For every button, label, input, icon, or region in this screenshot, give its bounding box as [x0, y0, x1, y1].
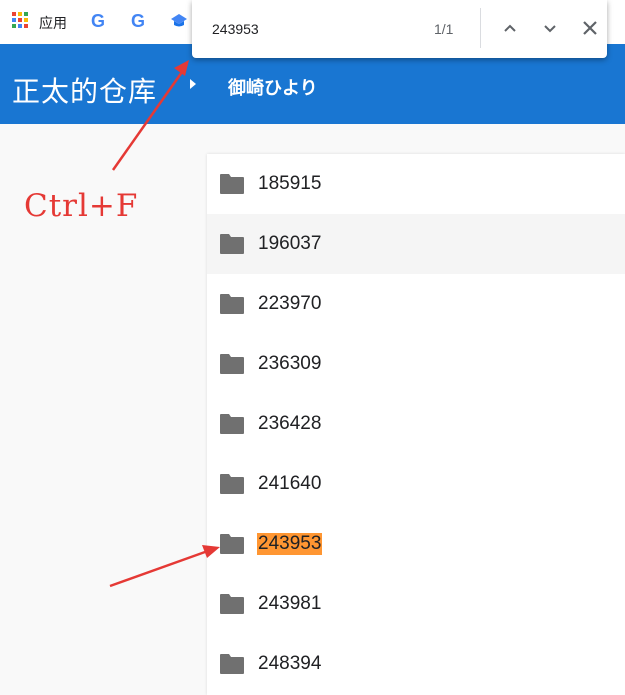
folder-name[interactable]: 248394: [257, 653, 322, 675]
folder-name[interactable]: 185915: [257, 173, 322, 195]
find-input[interactable]: 243953: [212, 21, 259, 37]
annotation-label: Ctrl+F: [24, 188, 139, 224]
list-item[interactable]: 248394: [207, 634, 625, 694]
browser-page: 应用 G G 正太的仓库 御崎ひより 243953 1/1 185915 196…: [0, 0, 625, 695]
folder-icon: [220, 174, 244, 194]
chevron-up-icon[interactable]: [499, 17, 521, 39]
folder-name[interactable]: 196037: [257, 233, 322, 255]
folder-name[interactable]: 223970: [257, 293, 322, 315]
folder-icon: [220, 294, 244, 314]
site-title[interactable]: 正太的仓库: [12, 70, 157, 110]
caret-right-icon: [190, 79, 196, 89]
list-item[interactable]: 223970: [207, 274, 625, 334]
google-bookmark-icon[interactable]: G: [91, 11, 105, 32]
folder-icon: [220, 534, 244, 554]
apps-grid-icon[interactable]: [12, 12, 28, 28]
find-result-count: 1/1: [434, 21, 454, 37]
google-bookmark-icon-2[interactable]: G: [131, 11, 145, 32]
apps-label[interactable]: 应用: [39, 13, 67, 33]
list-item[interactable]: 241640: [207, 454, 625, 514]
list-item[interactable]: 236309: [207, 334, 625, 394]
list-item[interactable]: 243953: [207, 514, 625, 574]
folder-name[interactable]: 236309: [257, 353, 322, 375]
list-item[interactable]: 185915: [207, 154, 625, 214]
folder-icon: [220, 414, 244, 434]
file-list: 185915 196037 223970 236309 236428 24164…: [207, 154, 625, 695]
list-item[interactable]: 243981: [207, 574, 625, 634]
folder-icon: [220, 594, 244, 614]
folder-icon: [220, 654, 244, 674]
arrow-to-highlighted-folder: [109, 545, 220, 588]
folder-name[interactable]: 241640: [257, 473, 322, 495]
find-divider: [480, 8, 481, 48]
folder-icon: [220, 474, 244, 494]
list-item[interactable]: 196037: [207, 214, 625, 274]
folder-name[interactable]: 236428: [257, 413, 322, 435]
folder-icon: [220, 354, 244, 374]
chevron-down-icon[interactable]: [539, 17, 561, 39]
folder-name-highlighted[interactable]: 243953: [257, 533, 323, 555]
folder-name[interactable]: 243981: [257, 593, 322, 615]
bookmark-icon-3[interactable]: [170, 12, 188, 30]
list-item[interactable]: 236428: [207, 394, 625, 454]
find-bar: 243953 1/1: [192, 0, 607, 58]
folder-icon: [220, 234, 244, 254]
close-icon[interactable]: [579, 17, 601, 39]
breadcrumb-current[interactable]: 御崎ひより: [228, 74, 318, 100]
